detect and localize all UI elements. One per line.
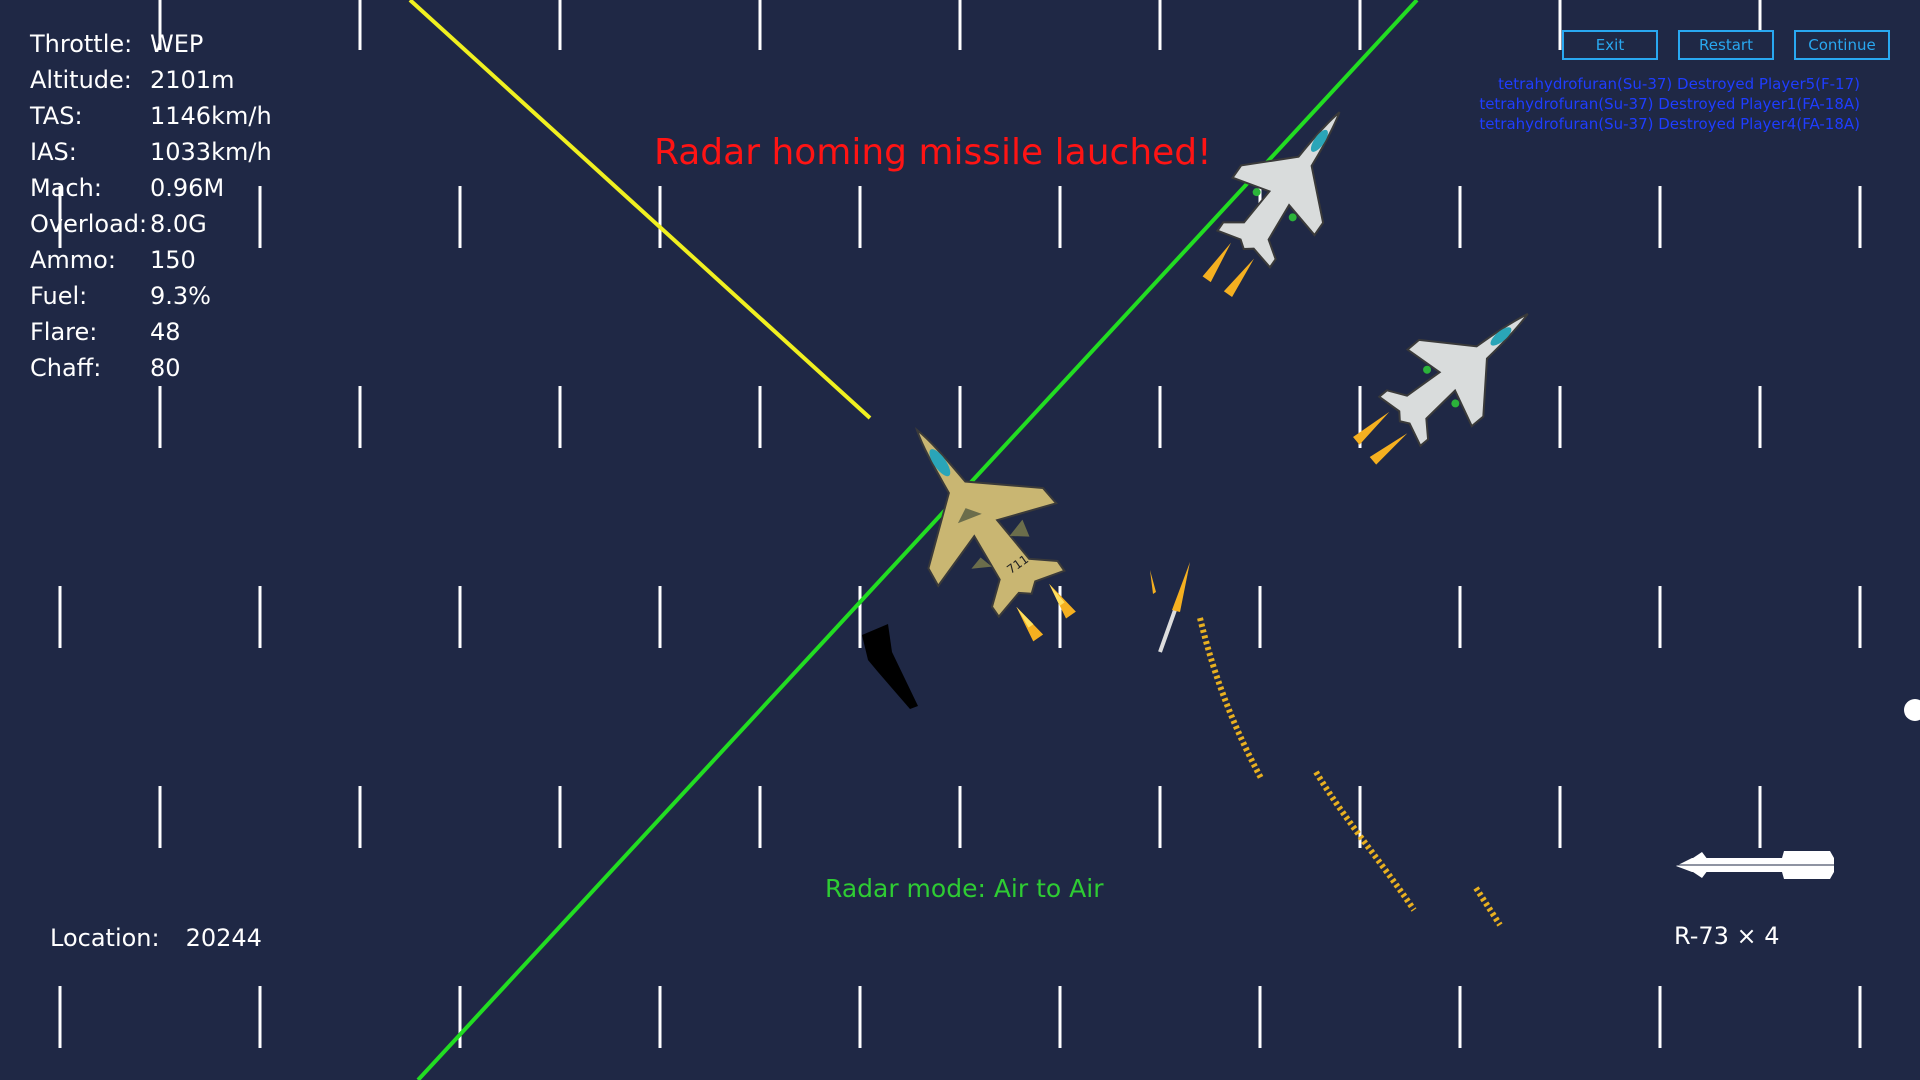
stat-label: IAS: xyxy=(30,138,77,166)
stat-label: TAS: xyxy=(30,102,83,130)
location-label: Location: xyxy=(50,924,160,952)
exit-button[interactable]: Exit xyxy=(1562,30,1658,60)
weapon-count: R-73 × 4 xyxy=(1674,922,1780,950)
top-button-bar: Exit Restart Continue xyxy=(1562,30,1890,60)
kill-feed: tetrahydrofuran(Su-37) Destroyed Player5… xyxy=(1479,74,1860,134)
kill-feed-entry: tetrahydrofuran(Su-37) Destroyed Player1… xyxy=(1479,95,1860,113)
stat-label: Fuel: xyxy=(30,282,88,310)
stat-row: Overload: 8.0G xyxy=(30,206,272,242)
missile-icon xyxy=(1676,851,1836,879)
stat-row: Fuel: 9.3% xyxy=(30,278,272,314)
enemy-aircraft-icon xyxy=(1202,111,1341,297)
stat-row: Altitude: 2101m xyxy=(30,62,272,98)
stat-label: Flare: xyxy=(30,318,98,346)
stat-value: 0.96M xyxy=(150,174,225,202)
stat-value: 1033km/h xyxy=(150,138,272,166)
stat-value: 8.0G xyxy=(150,210,207,238)
restart-button[interactable]: Restart xyxy=(1678,30,1774,60)
stat-label: Ammo: xyxy=(30,246,116,274)
stat-row: IAS: 1033km/h xyxy=(30,134,272,170)
yellow-radar-line xyxy=(408,0,872,420)
continue-button[interactable]: Continue xyxy=(1794,30,1890,60)
stat-row: Throttle: WEP xyxy=(30,26,272,62)
location-readout: Location: 20244 xyxy=(50,924,262,952)
stat-label: Altitude: xyxy=(30,66,132,94)
stat-row: Chaff: 80 xyxy=(30,350,272,386)
radar-mode-text: Radar mode: Air to Air xyxy=(825,874,1104,903)
stat-row: TAS: 1146km/h xyxy=(30,98,272,134)
stat-row: Flare: 48 xyxy=(30,314,272,350)
stat-label: Mach: xyxy=(30,174,102,202)
stat-row: Mach: 0.96M xyxy=(30,170,272,206)
stat-value: 1146km/h xyxy=(150,102,272,130)
stat-value: 48 xyxy=(150,318,181,346)
flare-trail xyxy=(1197,617,1503,927)
jet-shadow xyxy=(862,624,918,709)
stat-value: 2101m xyxy=(150,66,235,94)
stat-label: Overload: xyxy=(30,210,148,238)
stat-label: Chaff: xyxy=(30,354,102,382)
stat-row: Ammo: 150 xyxy=(30,242,272,278)
stat-value: 9.3% xyxy=(150,282,211,310)
location-value: 20244 xyxy=(185,924,262,952)
incoming-missile-icon xyxy=(1150,562,1190,653)
kill-feed-entry: tetrahydrofuran(Su-37) Destroyed Player4… xyxy=(1479,115,1860,133)
player-aircraft-icon: 711 xyxy=(914,427,1076,642)
stat-value: WEP xyxy=(150,30,204,58)
missile-alert: Radar homing missile lauched! xyxy=(654,132,1212,173)
edge-indicator xyxy=(1904,699,1920,721)
kill-feed-entry: tetrahydrofuran(Su-37) Destroyed Player5… xyxy=(1498,75,1860,93)
stat-value: 80 xyxy=(150,354,181,382)
flight-stats-panel: Throttle: WEP Altitude: 2101m TAS: 1146km/h IA… xyxy=(30,26,272,386)
stat-value: 150 xyxy=(150,246,196,274)
enemy-aircraft-icon xyxy=(1353,313,1529,465)
stat-label: Throttle: xyxy=(30,30,133,58)
